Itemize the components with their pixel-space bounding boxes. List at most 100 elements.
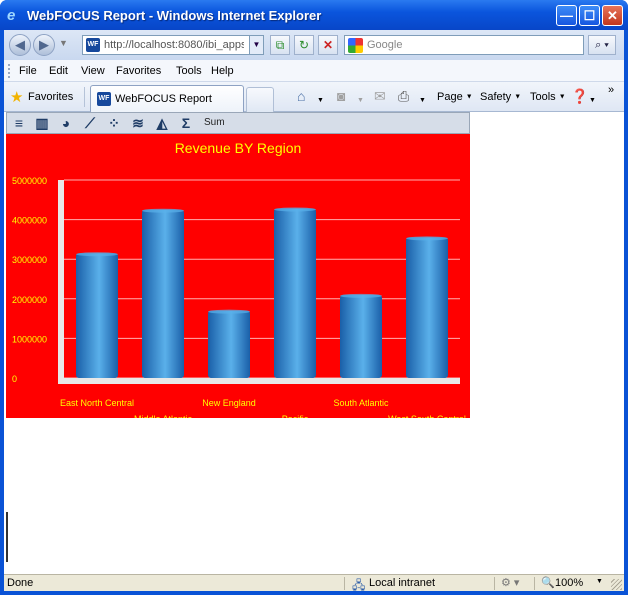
- tab-webfocus-report[interactable]: WF WebFOCUS Report: [90, 85, 244, 112]
- bar: [274, 208, 316, 378]
- feeds-dropdown-icon[interactable]: ▼: [357, 91, 364, 107]
- address-dropdown-icon[interactable]: ▼: [249, 36, 263, 54]
- address-url[interactable]: http://localhost:8080/ibi_apps/\: [104, 39, 244, 51]
- sort-icon[interactable]: ≡: [10, 115, 28, 132]
- toolbar-divider: [84, 87, 85, 107]
- compatibility-view-icon[interactable]: ⧉: [270, 35, 290, 55]
- protected-mode-icon[interactable]: ⚙ ▾: [501, 576, 519, 589]
- browser-client-area: ◀ ▶ ▼ WF http://localhost:8080/ibi_apps/…: [4, 30, 624, 592]
- back-arrow-icon[interactable]: ◀: [9, 34, 31, 56]
- trend-chart-icon[interactable]: ≋: [129, 115, 147, 132]
- x-tick-label: Pacific: [282, 414, 309, 418]
- zoom-level[interactable]: 100%: [555, 577, 583, 589]
- site-favicon-icon: WF: [86, 38, 100, 52]
- y-tick-label: 2000000: [12, 295, 47, 305]
- intranet-zone-icon: 🖧: [352, 578, 366, 592]
- page-menu-button[interactable]: Page ▼: [437, 91, 473, 103]
- home-icon[interactable]: ⌂: [297, 88, 305, 104]
- tools-menu-button[interactable]: Tools ▼: [530, 91, 566, 103]
- refresh-icon[interactable]: ↻: [294, 35, 314, 55]
- x-tick-label: New England: [202, 398, 256, 408]
- print-icon[interactable]: ⎙: [398, 88, 409, 105]
- bar-top: [406, 236, 448, 241]
- menu-view[interactable]: View: [81, 65, 105, 77]
- x-tick-label: South Atlantic: [333, 398, 389, 408]
- chart-canvas: Revenue BY Region 0 1000000 2000000 3000000…: [12, 140, 466, 418]
- stop-icon[interactable]: ✕: [318, 35, 338, 55]
- close-button[interactable]: ✕: [602, 5, 623, 26]
- menu-tools[interactable]: Tools: [176, 65, 202, 77]
- search-placeholder: Google: [367, 39, 403, 51]
- menu-help[interactable]: Help: [211, 65, 234, 77]
- address-field[interactable]: WF http://localhost:8080/ibi_apps/\ ▼: [82, 35, 264, 55]
- chevron-more-icon[interactable]: »: [608, 84, 614, 96]
- favorites-button[interactable]: Favorites: [28, 91, 73, 103]
- forward-arrow-icon[interactable]: ▶: [33, 34, 55, 56]
- bar-layer: [76, 207, 448, 378]
- y-tick-label: 4000000: [12, 216, 47, 226]
- content-edge-marker: [6, 512, 8, 562]
- page-menu-label: Page: [437, 91, 463, 103]
- tools-menu-label: Tools: [530, 91, 556, 103]
- browser-window: e WebFOCUS Report - Windows Internet Exp…: [0, 0, 628, 595]
- area-chart-icon[interactable]: ◭: [153, 115, 171, 132]
- help-icon[interactable]: ❓: [571, 88, 588, 105]
- line-chart-icon[interactable]: ⟋: [81, 115, 99, 132]
- sum-label[interactable]: Sum: [204, 117, 225, 128]
- bar: [340, 294, 382, 378]
- status-divider: [534, 577, 535, 590]
- minimize-button[interactable]: —: [556, 5, 577, 26]
- security-zone-text[interactable]: Local intranet: [369, 577, 435, 589]
- bar: [208, 310, 250, 378]
- new-tab-button[interactable]: [246, 87, 274, 112]
- axis-layer: [58, 180, 460, 384]
- page-content: ≡ ▥ ◕ ⟋ ⁘ ≋ ◭ Σ Sum Revenue BY Region 0 …: [4, 112, 624, 574]
- menu-edit[interactable]: Edit: [49, 65, 68, 77]
- status-divider: [494, 577, 495, 590]
- resize-grip[interactable]: [611, 579, 622, 590]
- pie-chart-icon[interactable]: ◕: [57, 115, 75, 132]
- x-tick-label: East North Central: [60, 398, 134, 408]
- recent-pages-dropdown-icon[interactable]: ▼: [59, 38, 68, 48]
- y-tick-label: 3000000: [12, 255, 47, 265]
- maximize-button[interactable]: ☐: [579, 5, 600, 26]
- scatter-chart-icon[interactable]: ⁘: [105, 115, 123, 132]
- toolbar-grip[interactable]: [8, 64, 10, 78]
- y-tick-label: 1000000: [12, 334, 47, 344]
- zoom-icon[interactable]: 🔍: [541, 576, 555, 589]
- y-tick-label: 0: [12, 374, 17, 384]
- sigma-icon[interactable]: Σ: [177, 115, 195, 132]
- print-dropdown-icon[interactable]: ▼: [419, 91, 426, 107]
- bar: [142, 209, 184, 378]
- favorites-star-icon[interactable]: ★: [10, 88, 23, 106]
- bar-top: [208, 309, 250, 314]
- safety-menu-button[interactable]: Safety ▼: [480, 91, 521, 103]
- mail-icon[interactable]: ✉: [374, 88, 386, 105]
- revenue-chart: Revenue BY Region 0 1000000 2000000 3000000…: [6, 134, 470, 418]
- bar: [406, 237, 448, 378]
- bar-chart-icon[interactable]: ▥: [33, 115, 51, 132]
- favorites-bar: ★ Favorites WF WebFOCUS Report ⌂ ▼ ◙ ▼ ✉…: [4, 82, 624, 112]
- navigation-bar: ◀ ▶ ▼ WF http://localhost:8080/ibi_apps/…: [4, 30, 624, 60]
- help-dropdown-icon[interactable]: ▼: [589, 91, 596, 107]
- google-logo-icon: [348, 38, 363, 53]
- status-divider: [344, 577, 345, 590]
- status-text: Done: [7, 577, 34, 589]
- bar: [76, 253, 118, 378]
- bar-top: [142, 208, 184, 213]
- search-input[interactable]: Google: [344, 35, 584, 55]
- title-bar[interactable]: e WebFOCUS Report - Windows Internet Exp…: [0, 0, 628, 30]
- bar-top: [340, 293, 382, 298]
- menu-file[interactable]: File: [19, 65, 37, 77]
- home-dropdown-icon[interactable]: ▼: [317, 91, 324, 107]
- x-axis-floor: [58, 378, 460, 384]
- bar-top: [274, 207, 316, 212]
- feeds-icon[interactable]: ◙: [337, 88, 345, 104]
- bar-top: [76, 252, 118, 257]
- tab-label: WebFOCUS Report: [115, 93, 212, 105]
- report-toolbar: ≡ ▥ ◕ ⟋ ⁘ ≋ ◭ Σ Sum: [6, 112, 470, 134]
- zoom-dropdown-icon[interactable]: ▼: [596, 578, 603, 585]
- search-button[interactable]: ⌕ ▾: [588, 35, 616, 55]
- menu-favorites[interactable]: Favorites: [116, 65, 161, 77]
- status-bar: Done 🖧 Local intranet ⚙ ▾ 🔍 100% ▼: [4, 574, 624, 592]
